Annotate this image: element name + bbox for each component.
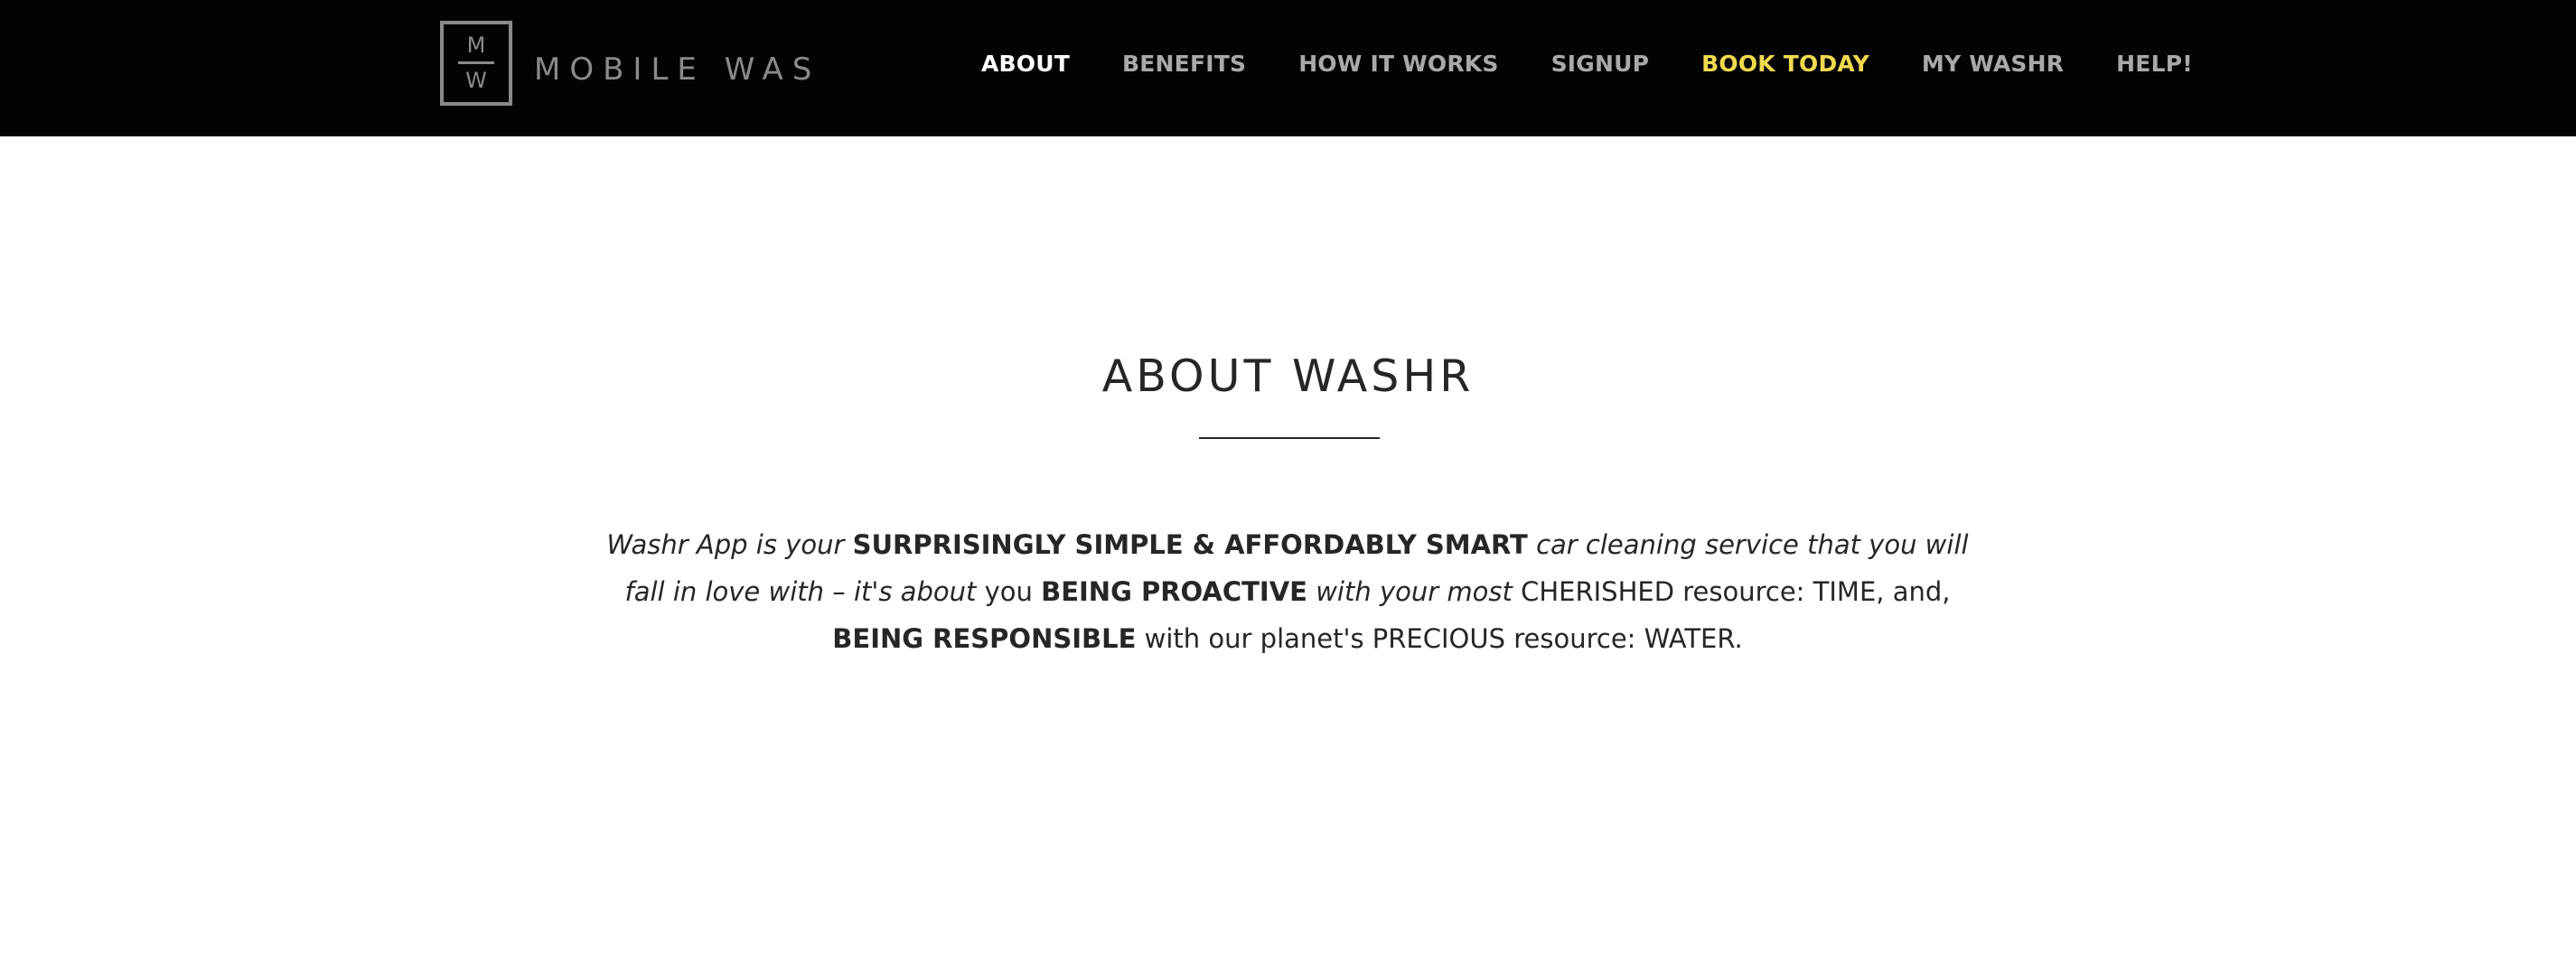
nav-item-about[interactable]: ABOUT — [981, 51, 1070, 77]
intro-part-8: BEING RESPONSIBLE — [832, 623, 1137, 654]
about-intro-text: Washr App is your SURPRISINGLY SIMPLE & … — [596, 521, 1979, 662]
section-title: ABOUT WASHR — [1101, 350, 1475, 402]
top-navbar: M W MOBILE WAS ABOUT BENEFITS HOW IT WOR… — [0, 0, 2576, 136]
intro-part-1: Washr App is your — [606, 529, 845, 560]
title-divider — [1199, 437, 1380, 439]
site-logo[interactable]: M W MOBILE WAS — [440, 19, 820, 107]
main-nav: ABOUT BENEFITS HOW IT WORKS SIGNUP BOOK … — [981, 0, 2193, 127]
logo-monogram-top: M — [466, 33, 486, 58]
intro-part-2: SURPRISINGLY SIMPLE & AFFORDABLY SMART — [852, 529, 1528, 560]
intro-part-6: with your most — [1316, 576, 1513, 607]
logo-monogram-bottom: W — [465, 68, 487, 93]
intro-part-4: you — [984, 576, 1033, 607]
logo-monogram-rule — [458, 61, 494, 64]
nav-item-signup[interactable]: SIGNUP — [1551, 51, 1650, 77]
nav-item-book-today[interactable]: BOOK TODAY — [1701, 51, 1869, 77]
intro-part-9: with our planet's PRECIOUS resource: WAT… — [1144, 623, 1743, 654]
nav-item-help[interactable]: HELP! — [2116, 51, 2193, 77]
intro-part-7: CHERISHED resource: TIME, and, — [1521, 576, 1951, 607]
logo-wordmark: MOBILE WAS — [534, 51, 821, 88]
logo-monogram: M W — [440, 20, 512, 106]
nav-item-my-washr[interactable]: MY WASHR — [1922, 51, 2064, 77]
nav-item-how-it-works[interactable]: HOW IT WORKS — [1298, 51, 1498, 77]
nav-item-benefits[interactable]: BENEFITS — [1122, 51, 1246, 77]
intro-part-5: BEING PROACTIVE — [1041, 576, 1307, 607]
